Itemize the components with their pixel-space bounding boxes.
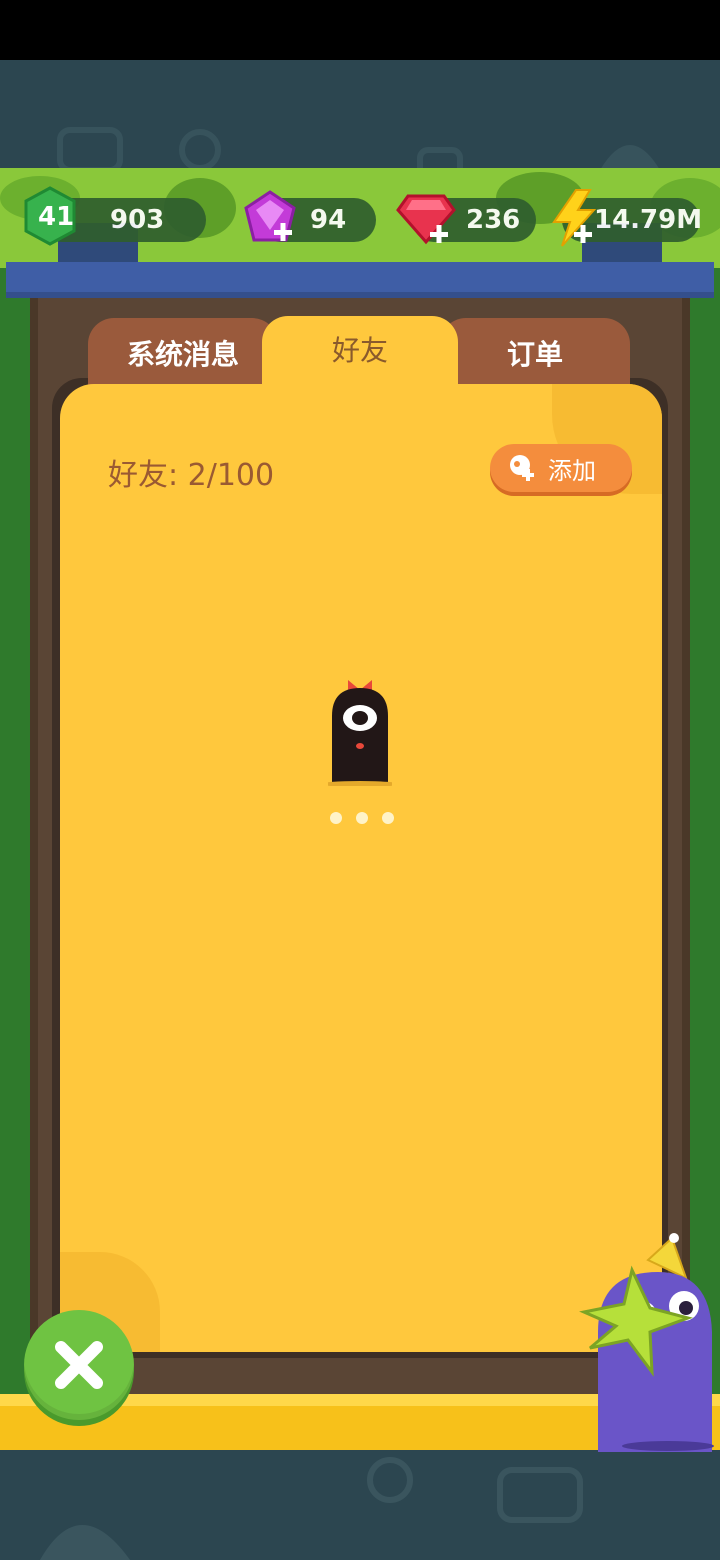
- status-bar: [0, 0, 720, 60]
- close-button[interactable]: [24, 1310, 134, 1420]
- level-points: 903: [110, 205, 165, 235]
- loading-dot: [382, 812, 394, 824]
- energy-bolt-icon[interactable]: [546, 188, 602, 250]
- gem-count: 94: [310, 205, 347, 235]
- ruby-count: 236: [466, 205, 521, 235]
- gem-icon[interactable]: [240, 190, 300, 248]
- add-friend-button[interactable]: 添加: [490, 444, 632, 492]
- tab-system-messages[interactable]: 系统消息: [88, 318, 278, 388]
- loading-dot: [330, 812, 342, 824]
- loading-dot: [356, 812, 368, 824]
- energy-count: 14.79M: [594, 205, 703, 235]
- loading-dots: [330, 812, 394, 826]
- resource-hud: 903 41 94 236 14.79M: [0, 186, 720, 250]
- mascot-dino-icon: [579, 1233, 714, 1452]
- stone-roof: [6, 262, 714, 298]
- friends-panel: 好友: 2/100 添加: [60, 384, 662, 1352]
- close-icon: [55, 1341, 103, 1389]
- background-pattern-bottom: [40, 1457, 583, 1560]
- ruby-icon[interactable]: [396, 190, 456, 248]
- tab-orders[interactable]: 订单: [440, 318, 630, 388]
- background-pattern: [57, 127, 660, 170]
- add-friend-label: 添加: [548, 456, 596, 485]
- add-friend-icon: [510, 455, 534, 481]
- tab-friends-label: 好友: [331, 334, 388, 367]
- loading-monster-icon: [328, 680, 392, 786]
- tab-friends[interactable]: 好友: [262, 316, 458, 406]
- friends-count: 好友: 2/100: [108, 458, 275, 493]
- level-number: 41: [38, 202, 75, 232]
